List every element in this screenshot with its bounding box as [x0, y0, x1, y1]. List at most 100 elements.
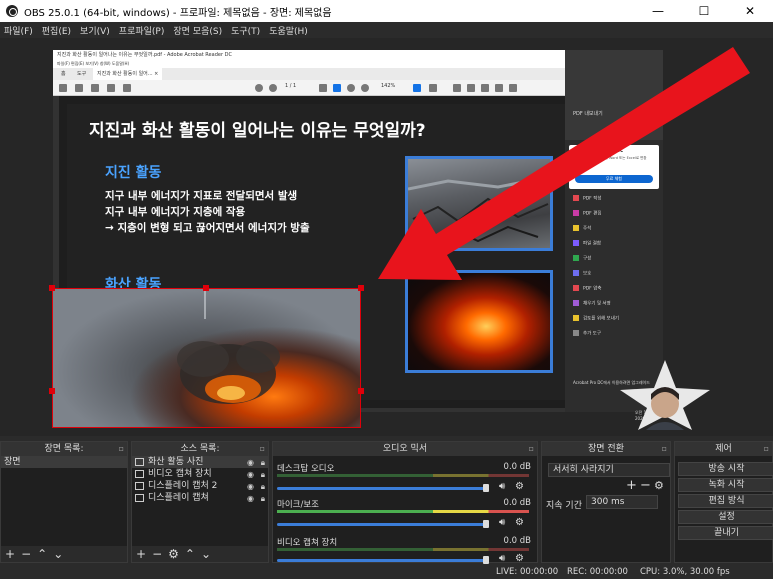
- cpu-fps: CPU: 3.0%, 30.00 fps: [640, 567, 730, 577]
- acrobat-tab-tools: 도구: [77, 71, 87, 77]
- resize-handle-l[interactable]: [49, 388, 55, 394]
- rec-time: REC: 00:00:00: [567, 567, 628, 577]
- acrobat-pro-card: Adobe Acrobat Pro DC 온라인으로 PDF 파일을 Word …: [569, 145, 659, 189]
- tool-more: 추가 도구: [573, 330, 601, 337]
- acrobat-tab-document: 지진과 화산 활동이 일어... ×: [93, 68, 163, 80]
- search-icon: [123, 84, 131, 92]
- menu-profile[interactable]: 프로파일(P): [119, 24, 165, 37]
- controls-dock: 제어 ▫ 방송 시작 녹화 시작 편집 방식 설정 끝내기: [674, 441, 773, 563]
- menu-tools[interactable]: 도구(T): [231, 24, 260, 37]
- menu-view[interactable]: 보기(V): [80, 24, 110, 37]
- duration-input[interactable]: 300 ms: [586, 495, 658, 509]
- start-recording-button[interactable]: 녹화 시작: [678, 478, 773, 492]
- slide-title: 지진과 화산 활동이 일어나는 이유는 무엇일까?: [89, 121, 426, 141]
- mixer-channel-name: 마이크/보조: [277, 500, 319, 510]
- volume-slider[interactable]: [277, 523, 487, 526]
- earthquake-line-2: 지구 내부 에너지가 지층에 작용: [105, 206, 246, 218]
- card-title: Adobe Acrobat Pro DC: [573, 148, 624, 153]
- export-pdf-label: PDF 내보내기: [573, 111, 603, 117]
- acrobat-side-panel: PDF 내보내기 Adobe Acrobat Pro DC 온라인으로 PDF …: [565, 50, 663, 421]
- menu-file[interactable]: 파일(F): [4, 24, 33, 37]
- volume-slider[interactable]: [277, 487, 487, 490]
- volume-slider-knob[interactable]: [483, 556, 489, 564]
- acrobat-title: 지진과 화산 활동이 일어나는 이유는 무엇일까.pdf - Adobe Acr…: [53, 50, 621, 60]
- tool-compress: PDF 압축: [573, 285, 601, 292]
- highlight-icon: [481, 84, 489, 92]
- volcano-photo: [405, 270, 553, 373]
- volume-meter: [277, 474, 529, 477]
- transition-gear-icon[interactable]: ⚙: [654, 479, 664, 492]
- resize-handle-tr[interactable]: [358, 285, 364, 291]
- source-item[interactable]: 화산 활동 사진 ◉ 🔒︎: [132, 456, 268, 468]
- earthquake-photo: [405, 156, 553, 251]
- share-icon: [509, 84, 517, 92]
- volume-slider-knob[interactable]: [483, 484, 489, 492]
- volume-slider-knob[interactable]: [483, 520, 489, 528]
- window-title: OBS 25.0.1 (64-bit, windows) - 프로파일: 제목없…: [24, 7, 332, 19]
- speaker-icon[interactable]: 🔊︎: [499, 481, 505, 492]
- save-icon: [59, 84, 67, 92]
- tool-send-review: 검토를 위해 보내기: [573, 315, 619, 322]
- scenes-dock-header: 장면 목록: ▫: [1, 442, 127, 456]
- scenes-toolbar: + − ⌃ ⌄: [1, 546, 127, 562]
- source-item[interactable]: 비디오 캡쳐 장치 ◉ 🔒︎: [132, 468, 268, 480]
- bookmark-icon: [75, 84, 83, 92]
- close-button[interactable]: ✕: [727, 0, 773, 22]
- speaker-icon[interactable]: 🔊︎: [499, 553, 505, 564]
- exit-button[interactable]: 끝내기: [678, 526, 773, 540]
- mixer-channel-name: 데스크탑 오디오: [277, 464, 335, 474]
- volume-slider[interactable]: [277, 559, 487, 562]
- transitions-header: 장면 전환 ▫: [542, 442, 670, 456]
- menu-help[interactable]: 도움말(H): [269, 24, 308, 37]
- gear-icon[interactable]: ⚙: [515, 553, 524, 564]
- menu-scene-collection[interactable]: 장면 모음(S): [173, 24, 222, 37]
- source-item[interactable]: 디스플레이 캡처 2 ◉ 🔒︎: [132, 480, 268, 492]
- image-source-icon: [135, 457, 144, 466]
- remove-transition-button[interactable]: −: [640, 478, 651, 493]
- gear-icon[interactable]: ⚙: [515, 517, 524, 528]
- resize-handle-r[interactable]: [358, 388, 364, 394]
- settings-button[interactable]: 설정: [678, 510, 773, 524]
- transition-select[interactable]: 서서히 사라지기: [548, 463, 670, 477]
- mixer-channel-db: 0.0 dB: [503, 536, 531, 546]
- fit-icon: [413, 84, 421, 92]
- print-icon: [91, 84, 99, 92]
- tool-protect: 보호: [573, 270, 591, 277]
- mixer-channel-name: 비디오 캡쳐 장치: [277, 538, 338, 548]
- scene-item[interactable]: 장면: [1, 456, 127, 468]
- menu-edit[interactable]: 편집(E): [42, 24, 71, 37]
- studio-mode-button[interactable]: 편집 방식: [678, 494, 773, 508]
- source-settings-gear-icon[interactable]: ⚙: [168, 547, 179, 561]
- audio-mixer-dock: 오디오 믹서 ▫ 데스크탑 오디오 0.0 dB 🔊︎ ⚙ 마이크/보조 0.0 …: [272, 441, 538, 564]
- earthquake-line-3: → 지층이 변형 되고 끊어지면서 에너지가 방출: [105, 222, 310, 234]
- start-streaming-button[interactable]: 방송 시작: [678, 462, 773, 476]
- side-panel-header: PDF 내보내기: [565, 50, 663, 140]
- eye-icon[interactable]: ◉: [247, 493, 254, 505]
- add-source-button[interactable]: +: [136, 547, 146, 561]
- remove-source-button[interactable]: −: [152, 547, 162, 561]
- gear-icon[interactable]: ⚙: [515, 481, 524, 492]
- volume-meter: [277, 510, 529, 513]
- minimize-button[interactable]: —: [635, 0, 681, 22]
- speaker-icon[interactable]: 🔊︎: [499, 517, 505, 528]
- add-scene-button[interactable]: +: [5, 547, 15, 561]
- move-source-up-button[interactable]: ⌃: [185, 547, 195, 561]
- source-item[interactable]: 디스플레이 캡쳐 ◉ 🔒︎: [132, 492, 268, 504]
- tool-comment: 주석: [573, 225, 591, 232]
- page-up-icon: [255, 84, 263, 92]
- resize-handle-t[interactable]: [203, 285, 209, 291]
- card-description: 온라인으로 PDF 파일을 Word 또는 Excel로 변환: [573, 156, 647, 160]
- maximize-button[interactable]: ☐: [681, 0, 727, 22]
- scenes-dock: 장면 목록: ▫ 장면 + − ⌃ ⌄: [0, 441, 128, 563]
- selected-source-volcano-photo[interactable]: [52, 288, 361, 428]
- move-source-down-button[interactable]: ⌄: [201, 547, 211, 561]
- monitor-source-icon: [135, 493, 144, 502]
- lock-icon[interactable]: 🔒︎: [261, 493, 265, 505]
- move-scene-up-button[interactable]: ⌃: [37, 547, 47, 561]
- docks-area: 장면 목록: ▫ 장면 + − ⌃ ⌄ 소스 목록: ▫ 화산 활동 사진 ◉ 🔒︎ 비…: [0, 436, 773, 566]
- add-transition-button[interactable]: +: [626, 478, 637, 493]
- select-icon: [319, 84, 327, 92]
- move-scene-down-button[interactable]: ⌄: [53, 547, 63, 561]
- resize-handle-tl[interactable]: [49, 285, 55, 291]
- remove-scene-button[interactable]: −: [21, 547, 31, 561]
